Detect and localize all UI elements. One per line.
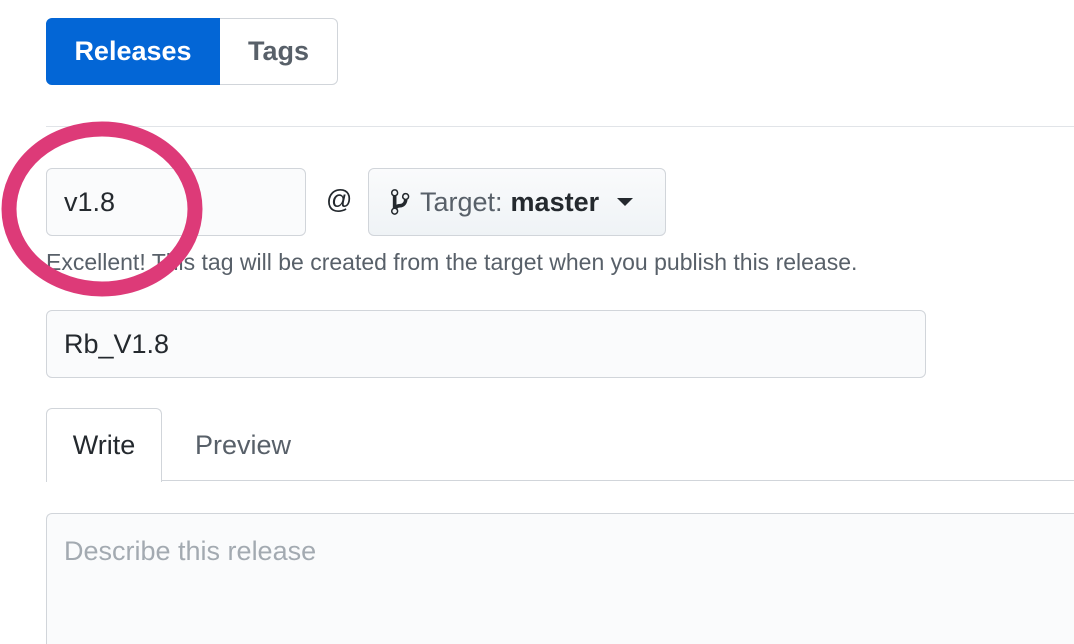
- tag-hint-text: Excellent! This tag will be created from…: [46, 249, 858, 275]
- git-branch-icon: [391, 189, 410, 215]
- caret-down-icon: [617, 198, 634, 206]
- release-description-textarea[interactable]: Describe this release: [46, 513, 1074, 644]
- tab-write[interactable]: Write: [46, 408, 162, 482]
- tab-preview[interactable]: Preview: [162, 408, 324, 482]
- target-prefix-label: Target:: [420, 186, 503, 217]
- tag-version-input[interactable]: v1.8: [46, 168, 306, 236]
- release-title-input[interactable]: Rb_V1.8: [46, 310, 926, 378]
- tags-tab-button[interactable]: Tags: [220, 18, 338, 85]
- releases-tab-button[interactable]: Releases: [46, 18, 220, 85]
- section-divider: [46, 126, 1074, 127]
- target-branch-dropdown[interactable]: Target: master: [368, 168, 666, 236]
- at-separator: @: [326, 184, 353, 214]
- releases-tags-toggle: Releases Tags: [46, 18, 338, 85]
- target-branch-name: master: [510, 186, 600, 217]
- release-editor-page: Releases Tags v1.8 @ Target: master Exce…: [0, 0, 1074, 644]
